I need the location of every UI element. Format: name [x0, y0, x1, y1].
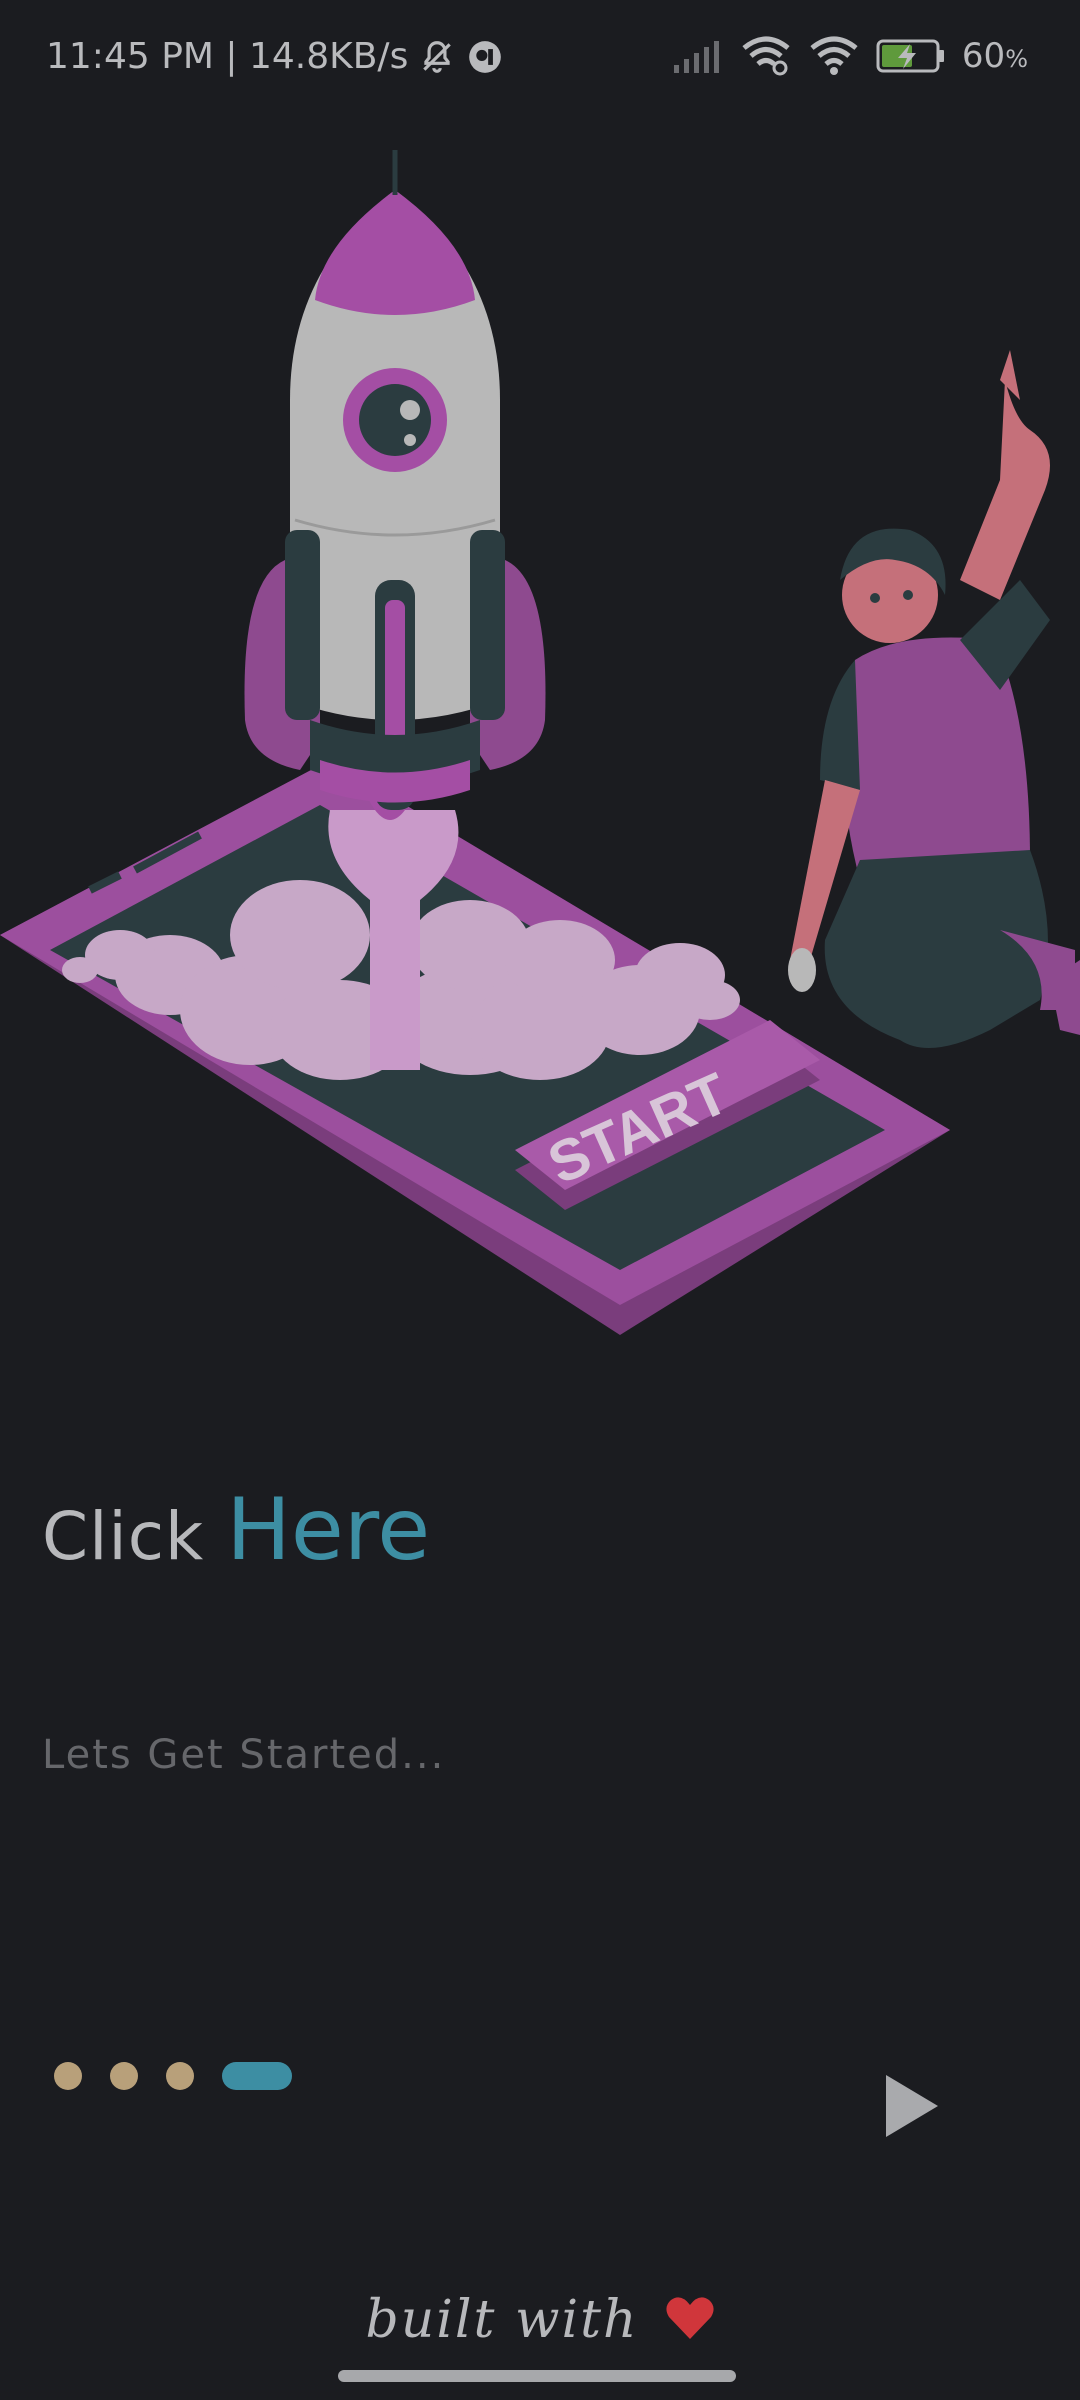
headline-word-here[interactable]: Here — [226, 1480, 430, 1580]
next-button[interactable] — [872, 2068, 952, 2148]
page-indicator — [54, 2062, 292, 2090]
heart-icon — [665, 2295, 715, 2345]
page-dot-4-active[interactable] — [222, 2062, 292, 2090]
footer: built with — [0, 2290, 1080, 2350]
time-network-speed: 11:45 PM | 14.8KB/s — [46, 36, 409, 77]
person-illustration — [788, 350, 1080, 1048]
headline: Click Here — [42, 1480, 430, 1580]
wifi-link-icon — [740, 36, 792, 76]
gesture-navigation-bar[interactable] — [338, 2370, 736, 2382]
onboarding-screen: 11:45 PM | 14.8KB/s 60% START Click Here… — [0, 0, 1080, 2400]
signal-icon — [672, 39, 724, 73]
rocket-launch-illustration: START — [0, 150, 1080, 1335]
rocket-illustration — [244, 150, 546, 810]
page-dot-1[interactable] — [54, 2062, 82, 2090]
wifi-icon — [808, 36, 860, 76]
status-bar: 11:45 PM | 14.8KB/s 60% — [0, 0, 1080, 120]
headline-word-click: Click — [42, 1498, 205, 1575]
subtitle: Lets Get Started... — [42, 1732, 446, 1778]
status-right: 60% — [672, 36, 1028, 76]
status-left: 11:45 PM | 14.8KB/s — [46, 36, 504, 77]
page-dot-3[interactable] — [166, 2062, 194, 2090]
battery-charging-icon — [876, 38, 946, 74]
mute-bell-icon — [418, 38, 456, 76]
page-dot-2[interactable] — [110, 2062, 138, 2090]
play-arrow-icon — [882, 2071, 942, 2145]
battery-level: 60% — [962, 36, 1028, 76]
app-notification-icon — [466, 38, 504, 76]
built-with-text: built with — [365, 2290, 639, 2350]
battery-unit: % — [1005, 45, 1028, 73]
battery-percent: 60 — [961, 36, 1006, 76]
